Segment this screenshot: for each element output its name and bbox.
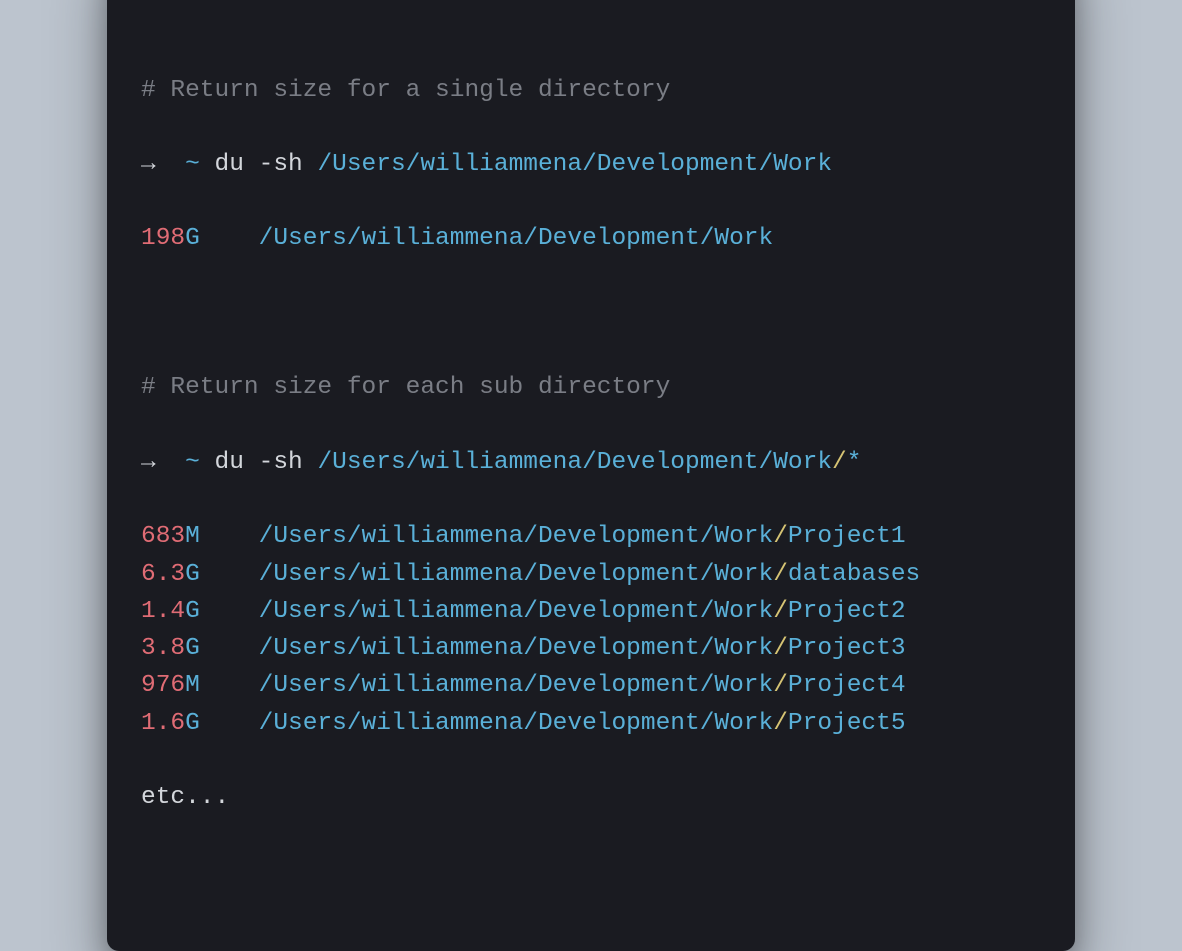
path-slash: / [773, 710, 788, 737]
terminal-content: # Return size for a single directory → ~… [141, 34, 1041, 890]
path-slash: / [773, 561, 788, 588]
output-base-path: /Users/williammena/Development/Work [259, 672, 774, 699]
spacing [200, 523, 259, 550]
spacing [200, 672, 259, 699]
size-number: 6.3 [141, 561, 185, 588]
path-slash: / [773, 672, 788, 699]
spacing [200, 561, 259, 588]
output-base-path: /Users/williammena/Development/Work [259, 598, 774, 625]
output-rows: 683M /Users/williammena/Development/Work… [141, 518, 1041, 741]
prompt-arrow: → [141, 449, 156, 476]
etc-line: etc... [141, 779, 1041, 816]
command: du [215, 151, 244, 178]
size-unit: M [185, 672, 200, 699]
output-line: 976M /Users/williammena/Development/Work… [141, 667, 1041, 704]
output-base-path: /Users/williammena/Development/Work [259, 710, 774, 737]
prompt-tilde: ~ [185, 151, 200, 178]
size-number: 1.4 [141, 598, 185, 625]
output-line: 3.8G /Users/williammena/Development/Work… [141, 630, 1041, 667]
output-dir-name: databases [788, 561, 920, 588]
output-path: /Users/williammena/Development/Work [259, 225, 774, 252]
comment-line: # Return size for each sub directory [141, 369, 1041, 406]
spacing [200, 225, 259, 252]
path-slash: / [773, 635, 788, 662]
spacing [200, 635, 259, 662]
output-line: 1.6G /Users/williammena/Development/Work… [141, 705, 1041, 742]
comment-text: # Return size for each sub directory [141, 374, 670, 401]
output-line: 198G /Users/williammena/Development/Work [141, 220, 1041, 257]
prompt-arrow: → [141, 151, 156, 178]
output-base-path: /Users/williammena/Development/Work [259, 635, 774, 662]
output-base-path: /Users/williammena/Development/Work [259, 523, 774, 550]
terminal-window: # Return size for a single directory → ~… [107, 0, 1075, 951]
etc-text: etc... [141, 784, 229, 811]
output-dir-name: Project4 [788, 672, 906, 699]
size-unit: G [185, 598, 200, 625]
command-flag: -sh [259, 151, 303, 178]
output-dir-name: Project3 [788, 635, 906, 662]
size-unit: G [185, 225, 200, 252]
command-path: /Users/williammena/Development/Work [317, 449, 832, 476]
output-line: 6.3G /Users/williammena/Development/Work… [141, 556, 1041, 593]
blank-line [141, 295, 1041, 332]
prompt-tilde: ~ [185, 449, 200, 476]
spacing [200, 710, 259, 737]
comment-text: # Return size for a single directory [141, 77, 670, 104]
command-flag: -sh [259, 449, 303, 476]
output-dir-name: Project5 [788, 710, 906, 737]
size-unit: G [185, 635, 200, 662]
glob: * [847, 449, 862, 476]
command-path: /Users/williammena/Development/Work [317, 151, 832, 178]
output-base-path: /Users/williammena/Development/Work [259, 561, 774, 588]
prompt-line: → ~ du -sh /Users/williammena/Developmen… [141, 146, 1041, 183]
size-number: 3.8 [141, 635, 185, 662]
output-line: 683M /Users/williammena/Development/Work… [141, 518, 1041, 555]
command: du [215, 449, 244, 476]
size-number: 683 [141, 523, 185, 550]
output-line: 1.4G /Users/williammena/Development/Work… [141, 593, 1041, 630]
size-unit: G [185, 710, 200, 737]
size-number: 1.6 [141, 710, 185, 737]
size-number: 976 [141, 672, 185, 699]
output-dir-name: Project2 [788, 598, 906, 625]
path-slash: / [773, 598, 788, 625]
size-unit: G [185, 561, 200, 588]
comment-line: # Return size for a single directory [141, 72, 1041, 109]
size-number: 198 [141, 225, 185, 252]
path-slash: / [773, 523, 788, 550]
path-slash: / [832, 449, 847, 476]
spacing [200, 598, 259, 625]
output-dir-name: Project1 [788, 523, 906, 550]
size-unit: M [185, 523, 200, 550]
prompt-line: → ~ du -sh /Users/williammena/Developmen… [141, 444, 1041, 481]
